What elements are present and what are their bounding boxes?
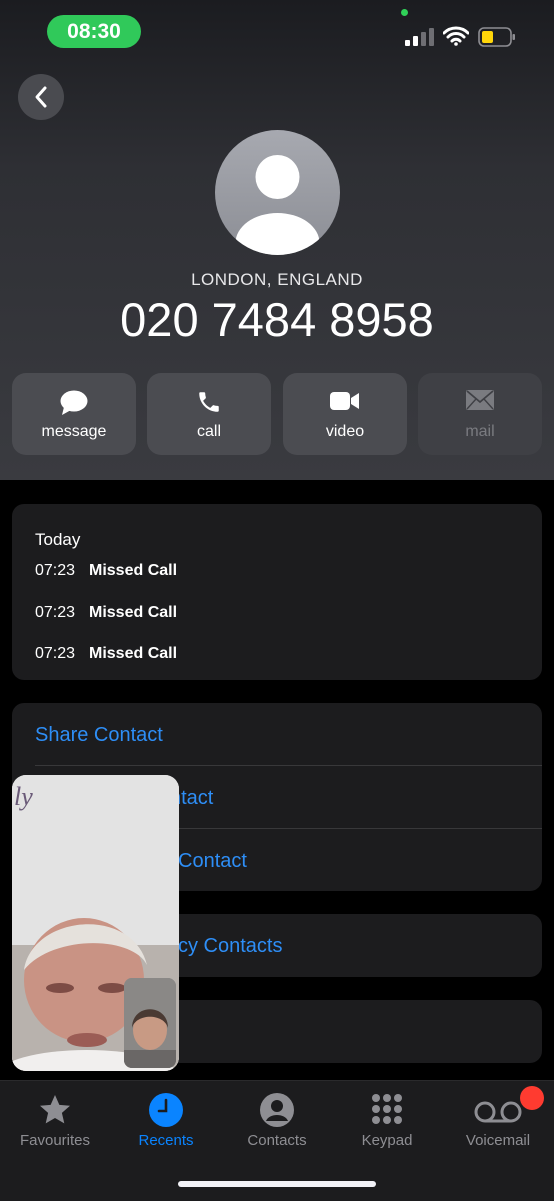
- history-status: Missed Call: [89, 645, 178, 662]
- voicemail-badge: [520, 1086, 544, 1110]
- call-history-card: Today 07:23 Missed Call 07:23 Missed Call …: [12, 504, 542, 680]
- tab-contacts-label: Contacts: [247, 1132, 307, 1149]
- mail-button[interactable]: mail: [418, 373, 542, 455]
- wifi-icon: [443, 26, 469, 46]
- contact-phone-number: 020 7484 8958: [120, 293, 434, 346]
- tab-keypad-label: Keypad: [361, 1132, 413, 1149]
- battery-icon: [478, 27, 515, 47]
- message-bubble-icon: [60, 390, 88, 415]
- home-indicator[interactable]: [178, 1181, 376, 1187]
- self-view-video[interactable]: [124, 978, 176, 1068]
- person-silhouette-icon: [235, 155, 320, 255]
- call-label: call: [196, 423, 221, 440]
- message-label: message: [41, 423, 107, 440]
- message-button[interactable]: message: [12, 373, 136, 455]
- star-icon: [40, 1095, 70, 1124]
- local-video-feed: [124, 978, 176, 1068]
- history-row: 07:23 Missed Call: [35, 645, 177, 663]
- share-contact-link[interactable]: Share Contact: [35, 724, 163, 747]
- add-to-emergency-contacts-link[interactable]: cy Contacts: [178, 935, 282, 958]
- tab-recents[interactable]: Recents: [116, 1090, 216, 1156]
- cellular-signal-icon: [405, 28, 434, 46]
- add-to-existing-contact-link[interactable]: Contact: [178, 850, 247, 873]
- tab-favourites[interactable]: Favourites: [5, 1090, 105, 1156]
- divider: [35, 765, 542, 766]
- video-camera-icon: [330, 392, 359, 410]
- history-status: Missed Call: [89, 562, 178, 579]
- contact-location: LONDON, ENGLAND: [191, 270, 363, 289]
- phone-icon: [199, 392, 219, 412]
- tab-recents-label: Recents: [138, 1132, 194, 1149]
- tab-favourites-label: Favourites: [19, 1132, 91, 1149]
- back-button[interactable]: [18, 74, 64, 120]
- history-date-heading: Today: [35, 530, 81, 549]
- call-button[interactable]: call: [147, 373, 271, 455]
- tab-voicemail-label: Voicemail: [465, 1132, 531, 1149]
- video-button[interactable]: video: [283, 373, 407, 455]
- video-label: video: [325, 423, 365, 440]
- contact-avatar: [215, 130, 340, 255]
- history-time: 07:23: [35, 604, 76, 621]
- chevron-left-icon: [35, 86, 47, 108]
- tab-contacts[interactable]: Contacts: [227, 1090, 327, 1156]
- history-row: 07:23 Missed Call: [35, 562, 177, 580]
- tab-keypad[interactable]: Keypad: [337, 1090, 437, 1156]
- keypad-icon: [372, 1094, 402, 1124]
- clock-icon: [149, 1093, 183, 1127]
- history-status: Missed Call: [89, 604, 178, 621]
- camera-indicator-dot: [401, 9, 408, 16]
- history-time: 07:23: [35, 645, 76, 662]
- voicemail-icon: [474, 1101, 522, 1123]
- person-circle-icon: [260, 1093, 294, 1127]
- history-time: 07:23: [35, 562, 76, 579]
- status-time[interactable]: 08:30: [47, 15, 141, 48]
- pip-overlay-text: ly: [14, 782, 33, 811]
- mail-label: mail: [465, 423, 495, 440]
- envelope-icon: [466, 390, 494, 410]
- history-row: 07:23 Missed Call: [35, 604, 177, 622]
